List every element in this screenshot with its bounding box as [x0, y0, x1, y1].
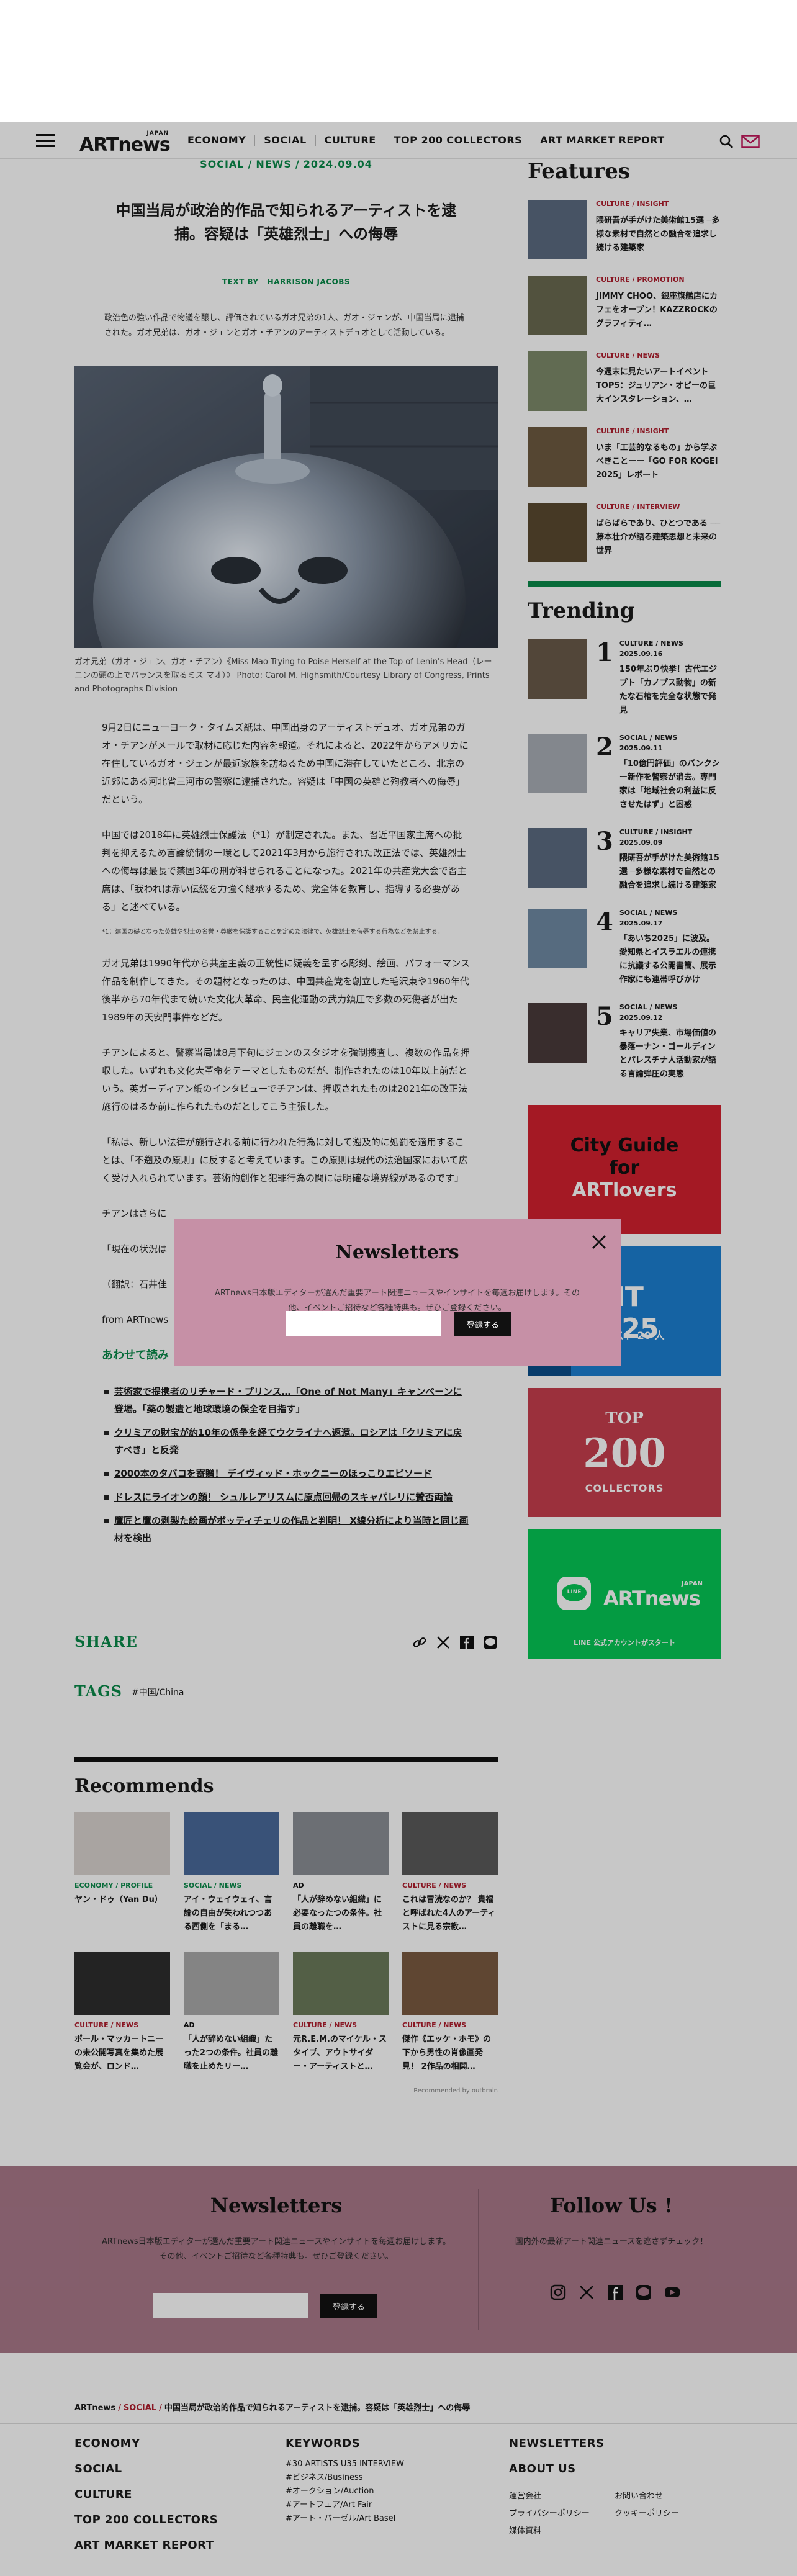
- newsletter-modal: Newsletters ARTnews日本版エディターが選んだ重要アート関連ニュ…: [174, 1219, 621, 1366]
- modal-subscribe-button[interactable]: 登録する: [454, 1312, 511, 1336]
- modal-title: Newsletters: [335, 1241, 459, 1263]
- top-ad-space: [0, 0, 797, 122]
- modal-email-input[interactable]: [286, 1311, 441, 1336]
